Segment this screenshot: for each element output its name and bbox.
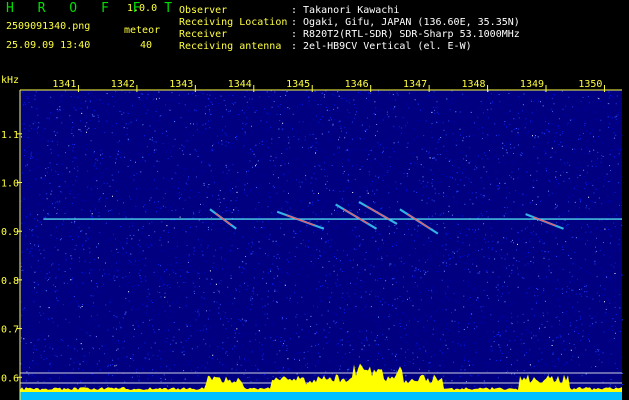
- spectrogram-chart: 1341 1342 1343 1344 1345 1346 1347 1348 1349 1350…: [0, 73, 629, 400]
- power-baseline: [20, 392, 622, 400]
- app-version: 1.0.0: [127, 3, 158, 14]
- y-tick-label: 0.6: [1, 373, 19, 384]
- y-tick-label: 1.1: [1, 130, 19, 141]
- x-tick-label: 1341: [52, 79, 76, 90]
- x-tick-label: 1349: [520, 79, 544, 90]
- info-label-observer: Observer: [179, 5, 228, 16]
- y-tick-label: 0.9: [1, 227, 19, 238]
- x-tick-label: 1347: [403, 79, 427, 90]
- info-value-location: : Ogaki, Gifu, JAPAN (136.60E, 35.35N): [291, 17, 520, 28]
- x-tick-label: 1345: [286, 79, 310, 90]
- meteor-count: 40: [140, 40, 153, 51]
- x-tick-label: 1348: [461, 79, 485, 90]
- x-tick-label: 1344: [228, 79, 252, 90]
- info-label-receiver: Receiver: [179, 29, 228, 40]
- info-value-antenna: : 2el-HB9CV Vertical (el. E-W): [291, 41, 472, 52]
- info-value-receiver: : R820T2(RTL-SDR) SDR-Sharp 53.1000MHz: [291, 29, 520, 40]
- y-axis-label: kHz: [1, 75, 19, 86]
- date-time: 25.09.09 13:40: [6, 40, 91, 51]
- x-tick-label: 1346: [345, 79, 369, 90]
- x-tick-label: 1350: [578, 79, 602, 90]
- info-label-antenna: Receiving antenna: [179, 41, 282, 52]
- spectrogram-background: [20, 90, 622, 400]
- x-tick-label: 1342: [111, 79, 135, 90]
- info-label-location: Receiving Location: [179, 17, 288, 28]
- info-value-observer: : Takanori Kawachi: [291, 5, 400, 16]
- meteor-label: meteor: [124, 25, 161, 36]
- y-tick-label: 0.7: [1, 325, 19, 336]
- x-tick-label: 1343: [169, 79, 193, 90]
- file-name: 2509091340.png: [6, 21, 91, 32]
- header: H R O F F T 1.0.0 2509091340.png 25.09.0…: [0, 0, 629, 73]
- y-tick-label: 0.8: [1, 276, 19, 287]
- y-tick-label: 1.0: [1, 179, 19, 190]
